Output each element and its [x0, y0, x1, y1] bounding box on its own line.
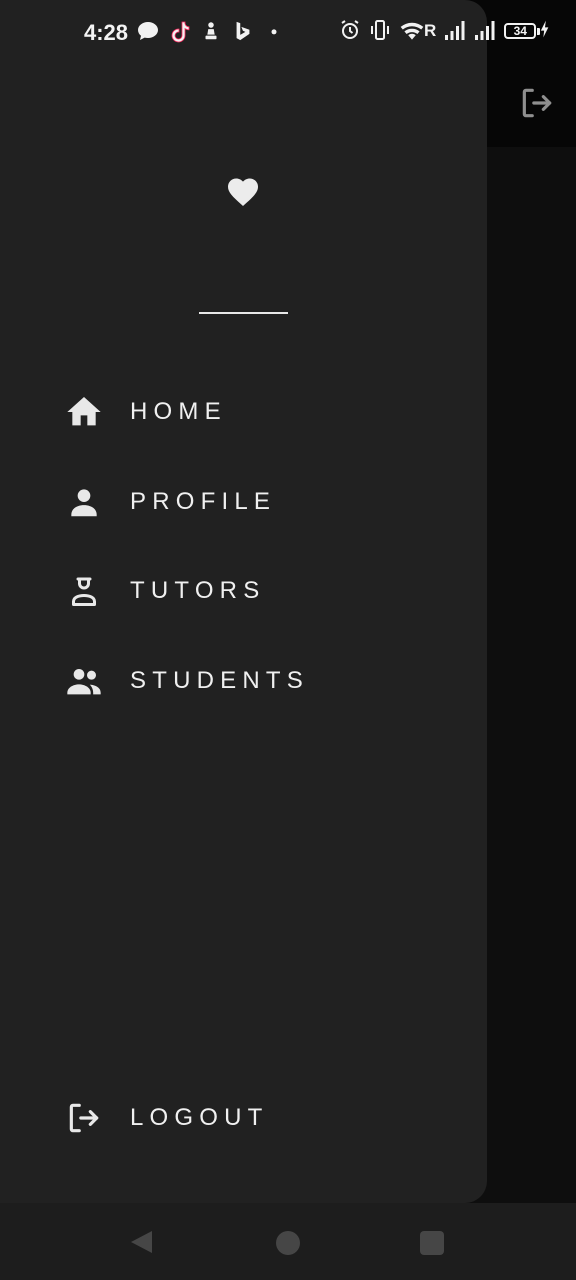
screen: ect re r dents HOME: [0, 0, 576, 1280]
battery-icon: 34: [504, 23, 537, 39]
logout-icon: [62, 1096, 106, 1140]
back-triangle-icon[interactable]: [128, 1228, 156, 1256]
signal-icon: [472, 18, 496, 44]
status-bar: 4:28 R 34: [0, 0, 576, 66]
alarm-icon: [338, 18, 362, 44]
nav-item-label: PROFILE: [130, 488, 277, 515]
battery-level: 34: [513, 24, 527, 38]
nav-item-logout[interactable]: LOGOUT: [62, 1088, 442, 1148]
nav-item-profile[interactable]: PROFILE: [62, 472, 442, 532]
home-circle-icon[interactable]: [276, 1231, 300, 1255]
nav-item-label: STUDENTS: [130, 667, 309, 694]
logout-label: LOGOUT: [130, 1104, 269, 1131]
roaming-label: R: [424, 21, 437, 40]
battery-indicator: 34: [504, 18, 550, 44]
dot-icon: [264, 19, 288, 45]
notification-icons: [136, 19, 288, 45]
charging-icon: [540, 18, 550, 44]
nav-item-home[interactable]: HOME: [62, 382, 442, 442]
person-icon: [62, 480, 106, 524]
group-icon: [62, 659, 106, 703]
nav-item-label: HOME: [130, 398, 227, 425]
chat-bubble-icon: [136, 19, 160, 45]
wifi-icon: [398, 18, 424, 44]
system-status-icons: R 34: [338, 18, 550, 44]
recents-square-icon[interactable]: [420, 1231, 444, 1255]
drawer-divider: [199, 312, 288, 314]
navigation-drawer: HOME PROFILE TUTORS STUDENTS LOGOUT: [0, 0, 487, 1203]
tiktok-icon: [168, 19, 192, 45]
signal-icon: [442, 18, 466, 44]
tutor-icon: [62, 569, 106, 613]
nav-item-students[interactable]: STUDENTS: [62, 651, 442, 711]
status-time: 4:28: [84, 20, 129, 45]
nav-item-label: TUTORS: [130, 577, 266, 604]
heart-icon: [224, 174, 262, 210]
system-navigation-bar: [0, 1203, 576, 1280]
home-icon: [62, 390, 106, 434]
bing-icon: [232, 19, 256, 45]
vibrate-icon: [368, 18, 392, 44]
chess-pawn-icon: [200, 19, 224, 45]
nav-item-tutors[interactable]: TUTORS: [62, 561, 442, 621]
